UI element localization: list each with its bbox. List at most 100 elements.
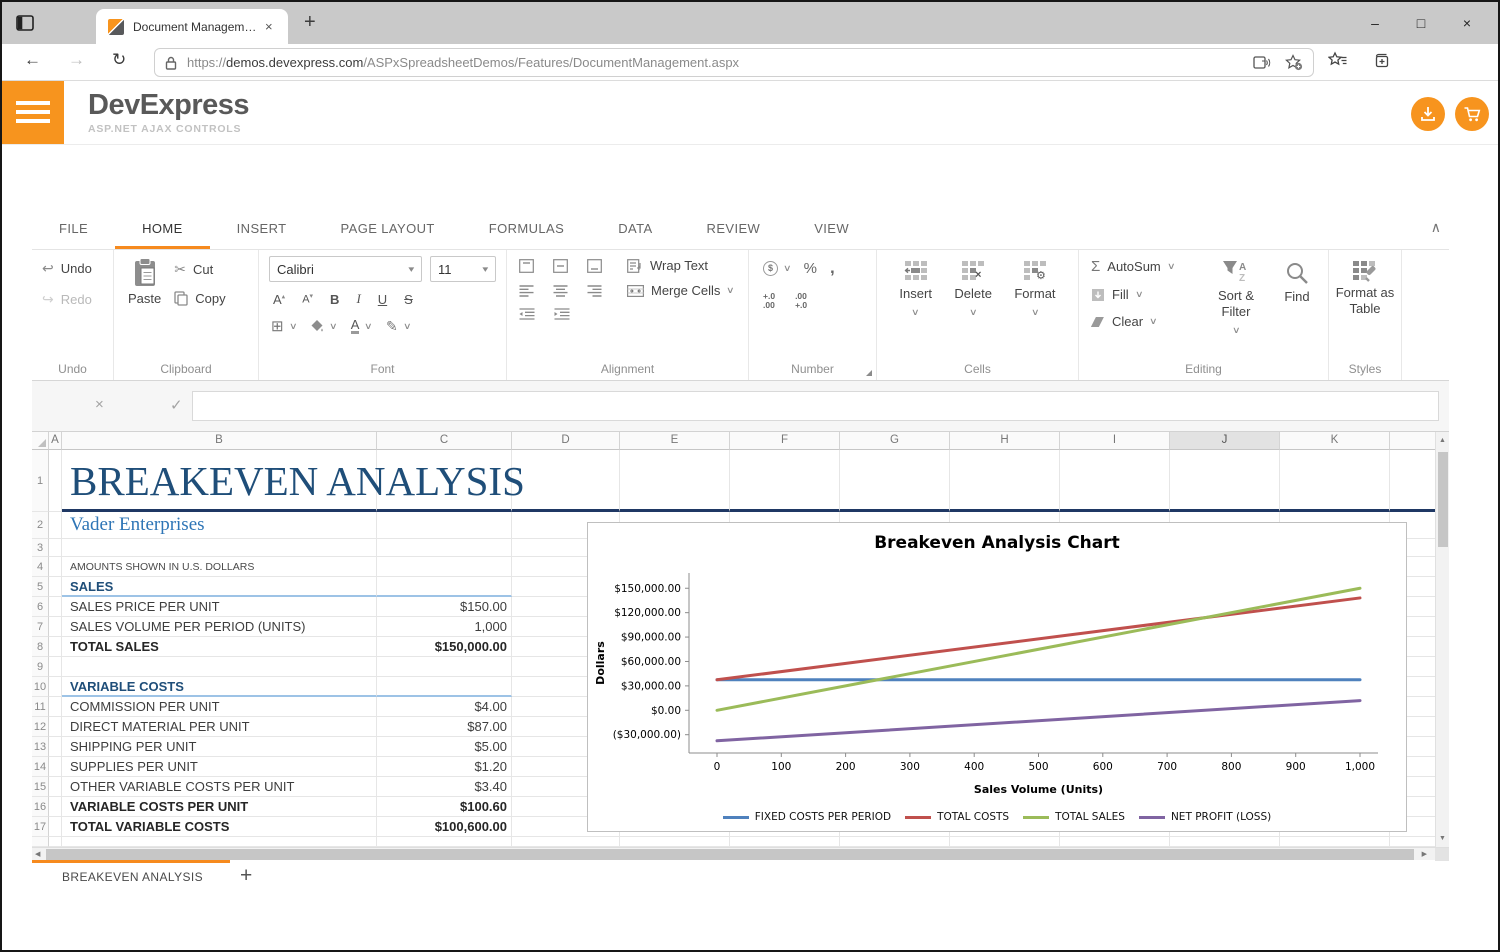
vertical-scrollbar-thumb[interactable] bbox=[1438, 452, 1448, 547]
cell-c6[interactable]: $150.00 bbox=[377, 597, 512, 617]
refresh-button[interactable]: ↻ bbox=[112, 50, 126, 70]
cell[interactable] bbox=[840, 450, 950, 512]
window-close-button[interactable]: × bbox=[1444, 15, 1490, 31]
redo-button[interactable]: ↪Redo bbox=[42, 291, 113, 308]
cell-a7[interactable] bbox=[49, 617, 62, 637]
cell-b15[interactable]: OTHER VARIABLE COSTS PER UNIT bbox=[62, 777, 377, 797]
collections-icon[interactable] bbox=[1372, 51, 1392, 70]
fill-button[interactable]: Fill∨ bbox=[1091, 287, 1203, 302]
underline-button[interactable]: U bbox=[378, 292, 387, 307]
column-header-j[interactable]: J bbox=[1170, 432, 1280, 450]
cell-c16[interactable]: $100.60 bbox=[377, 797, 512, 817]
cell[interactable] bbox=[512, 837, 620, 847]
cell-b4[interactable]: AMOUNTS SHOWN IN U.S. DOLLARS bbox=[62, 557, 377, 577]
cell-b2[interactable]: Vader Enterprises bbox=[62, 512, 377, 539]
row-header-partial[interactable] bbox=[32, 837, 49, 847]
cell-b8[interactable]: TOTAL SALES bbox=[62, 637, 377, 657]
window-minimize-button[interactable]: – bbox=[1352, 15, 1398, 31]
autosum-button[interactable]: ΣAutoSum∨ bbox=[1091, 258, 1203, 275]
cell[interactable] bbox=[1170, 837, 1280, 847]
cell-a10[interactable] bbox=[49, 677, 62, 697]
currency-format-icon[interactable]: $ bbox=[763, 261, 778, 276]
cell[interactable] bbox=[512, 450, 620, 512]
cell-c7[interactable]: 1,000 bbox=[377, 617, 512, 637]
horizontal-scrollbar-thumb[interactable] bbox=[46, 849, 1414, 860]
column-header-d[interactable]: D bbox=[512, 432, 620, 450]
chevron-down-icon[interactable]: ∨ bbox=[329, 321, 338, 332]
ribbon-tab-review[interactable]: REVIEW bbox=[680, 209, 788, 249]
cell-a[interactable] bbox=[49, 837, 62, 847]
comma-format-icon[interactable]: , bbox=[830, 258, 835, 278]
new-tab-button[interactable]: + bbox=[304, 11, 316, 34]
cell[interactable] bbox=[620, 450, 730, 512]
cell-c[interactable] bbox=[377, 837, 512, 847]
cell-c15[interactable]: $3.40 bbox=[377, 777, 512, 797]
row-header-5[interactable]: 5 bbox=[32, 577, 49, 597]
tab-actions-icon[interactable] bbox=[14, 12, 36, 34]
decrease-decimal-button[interactable]: .00+.0 bbox=[795, 292, 807, 310]
cell-a3[interactable] bbox=[49, 539, 62, 557]
font-size-select[interactable]: 11▾ bbox=[430, 256, 496, 282]
italic-button[interactable]: I bbox=[356, 291, 360, 307]
row-header-3[interactable]: 3 bbox=[32, 539, 49, 557]
row-header-14[interactable]: 14 bbox=[32, 757, 49, 777]
formula-input[interactable] bbox=[192, 391, 1439, 421]
cell-a9[interactable] bbox=[49, 657, 62, 677]
cell-b9[interactable] bbox=[62, 657, 377, 677]
cell[interactable] bbox=[730, 450, 840, 512]
cell-c5[interactable] bbox=[377, 577, 512, 597]
cell-b3[interactable] bbox=[62, 539, 377, 557]
cell-a2[interactable] bbox=[49, 512, 62, 539]
download-button[interactable] bbox=[1411, 97, 1445, 131]
cell-b10[interactable]: VARIABLE COSTS bbox=[62, 677, 377, 697]
scroll-left-icon[interactable]: ◀ bbox=[35, 850, 40, 858]
ribbon-tab-insert[interactable]: INSERT bbox=[210, 209, 314, 249]
cell-a14[interactable] bbox=[49, 757, 62, 777]
back-button[interactable]: ← bbox=[24, 50, 41, 70]
row-header-6[interactable]: 6 bbox=[32, 597, 49, 617]
pen-icon[interactable]: ✎ bbox=[386, 318, 398, 335]
sheet-tab-breakeven-analysis[interactable]: BREAKEVEN ANALYSIS bbox=[62, 870, 203, 884]
cell-c4[interactable] bbox=[377, 557, 512, 577]
increase-font-button[interactable]: A▴ bbox=[273, 292, 285, 307]
cell[interactable] bbox=[1060, 837, 1170, 847]
row-header-2[interactable]: 2 bbox=[32, 512, 49, 539]
cell-c13[interactable]: $5.00 bbox=[377, 737, 512, 757]
cell-c8[interactable]: $150,000.00 bbox=[377, 637, 512, 657]
cell-b6[interactable]: SALES PRICE PER UNIT bbox=[62, 597, 377, 617]
forward-button[interactable]: → bbox=[68, 50, 85, 70]
brand[interactable]: DevExpress ASP.NET AJAX CONTROLS bbox=[88, 89, 249, 135]
cell-a8[interactable] bbox=[49, 637, 62, 657]
cell-a6[interactable] bbox=[49, 597, 62, 617]
font-color-icon[interactable]: A bbox=[351, 319, 360, 334]
cell-a1[interactable] bbox=[49, 450, 62, 512]
cell-a16[interactable] bbox=[49, 797, 62, 817]
vertical-scrollbar[interactable]: ▲ ▼ bbox=[1435, 432, 1449, 847]
chevron-down-icon[interactable]: ∨ bbox=[403, 321, 412, 332]
favorites-bar-icon[interactable] bbox=[1328, 51, 1348, 70]
cell[interactable] bbox=[620, 837, 730, 847]
bold-button[interactable]: B bbox=[330, 292, 339, 307]
cell-a4[interactable] bbox=[49, 557, 62, 577]
ribbon-tab-home[interactable]: HOME bbox=[115, 209, 210, 249]
cell-b17[interactable]: TOTAL VARIABLE COSTS bbox=[62, 817, 377, 837]
scroll-up-icon[interactable]: ▲ bbox=[1436, 437, 1449, 444]
align-top-icon[interactable] bbox=[519, 259, 534, 273]
cell-b[interactable] bbox=[62, 837, 377, 847]
cell[interactable] bbox=[1280, 837, 1390, 847]
column-header-k[interactable]: K bbox=[1280, 432, 1390, 450]
cell-b11[interactable]: COMMISSION PER UNIT bbox=[62, 697, 377, 717]
cell-b5[interactable]: SALES bbox=[62, 577, 377, 597]
row-header-11[interactable]: 11 bbox=[32, 697, 49, 717]
align-middle-icon[interactable] bbox=[553, 259, 568, 273]
column-header-g[interactable]: G bbox=[840, 432, 950, 450]
cell-a12[interactable] bbox=[49, 717, 62, 737]
row-header-4[interactable]: 4 bbox=[32, 557, 49, 577]
fill-color-icon[interactable] bbox=[310, 319, 324, 333]
collapse-ribbon-icon[interactable]: ∧ bbox=[1431, 219, 1441, 236]
row-header-10[interactable]: 10 bbox=[32, 677, 49, 697]
row-header-15[interactable]: 15 bbox=[32, 777, 49, 797]
row-header-13[interactable]: 13 bbox=[32, 737, 49, 757]
cell[interactable] bbox=[1170, 450, 1280, 512]
clear-button[interactable]: Clear∨ bbox=[1091, 314, 1203, 329]
